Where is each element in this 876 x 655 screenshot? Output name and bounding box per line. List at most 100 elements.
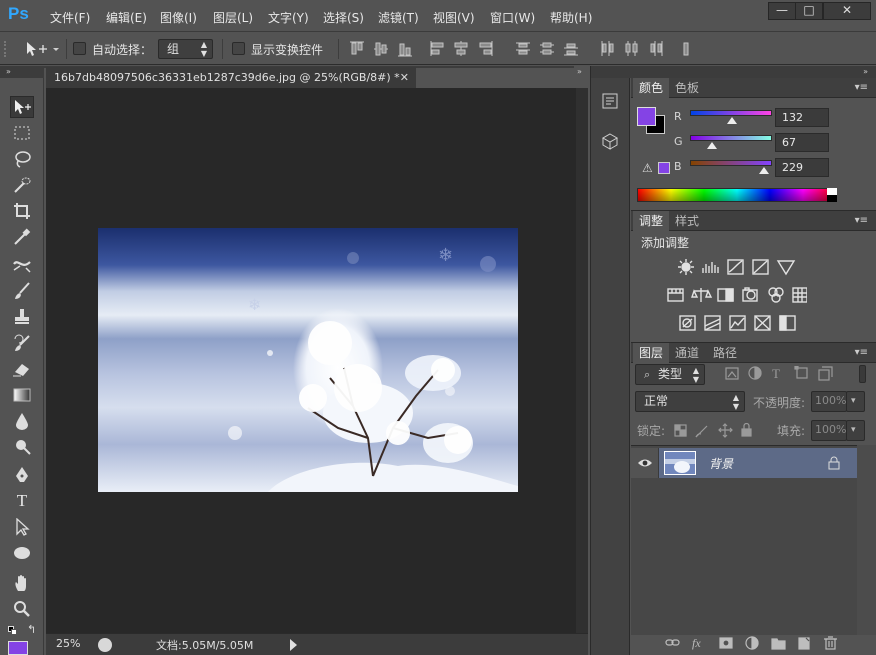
menu-filter[interactable]: 滤镜(T) <box>378 9 419 26</box>
channel-r-slider[interactable] <box>690 110 772 116</box>
show-transform-checkbox[interactable] <box>232 42 245 55</box>
filter-toggle-switch[interactable] <box>859 365 866 383</box>
layer-filter-dropdown[interactable]: ⌕ 类型 ▲ ▼ <box>635 364 705 385</box>
type-tool-icon[interactable]: T <box>10 490 34 512</box>
adjustments-panel-menu-icon[interactable]: ▾≡ <box>855 215 868 226</box>
marquee-tool-icon[interactable] <box>10 122 34 144</box>
healing-brush-tool-icon[interactable] <box>10 254 34 276</box>
canvas-area[interactable]: ❄ ❄ <box>46 88 576 633</box>
brush-tool-icon[interactable] <box>10 280 34 302</box>
lasso-tool-icon[interactable] <box>10 148 34 170</box>
blend-mode-value: 正常 <box>644 394 669 408</box>
channel-g-slider-thumb[interactable] <box>706 142 717 149</box>
menu-select[interactable]: 选择(S) <box>323 9 364 26</box>
layers-panel-menu-icon[interactable]: ▾≡ <box>855 347 868 358</box>
tab-swatches[interactable]: 色板 <box>669 78 705 98</box>
tab-paths[interactable]: 路径 <box>707 343 743 363</box>
move-tool-icon[interactable] <box>10 96 34 118</box>
tab-color[interactable]: 颜色 <box>633 78 670 98</box>
clone-stamp-tool-icon[interactable] <box>10 306 34 328</box>
menu-view[interactable]: 视图(V) <box>433 9 475 26</box>
channel-b-slider[interactable] <box>690 160 772 166</box>
document-tab[interactable]: 16b7db48097506c36331eb1287c39d6e.jpg @ 2… <box>46 67 416 88</box>
out-of-gamut-warning-icon[interactable]: ⚠ <box>642 161 653 175</box>
properties-3d-panel-icon[interactable] <box>601 132 619 150</box>
lock-all-icon <box>741 423 752 437</box>
vertical-scrollbar[interactable] <box>576 88 588 633</box>
eraser-tool-icon[interactable] <box>10 358 34 380</box>
menu-image[interactable]: 图像(I) <box>160 9 197 26</box>
collapse-toolbar-icon[interactable]: » <box>0 66 44 78</box>
layer-visibility-toggle[interactable] <box>631 448 659 478</box>
crop-tool-icon[interactable] <box>10 200 34 222</box>
menu-type[interactable]: 文字(Y) <box>268 9 309 26</box>
threshold-icon <box>729 315 746 331</box>
layer-list-scrollbar[interactable] <box>857 445 876 635</box>
blend-mode-dropdown[interactable]: 正常 ▲ ▼ <box>635 391 745 412</box>
dropdown-arrows-icon: ▲ ▼ <box>200 40 207 58</box>
menu-help[interactable]: 帮助(H) <box>550 9 592 26</box>
pen-tool-icon[interactable] <box>10 464 34 486</box>
tab-layers[interactable]: 图层 <box>633 343 670 363</box>
gradient-tool-icon[interactable] <box>10 384 34 406</box>
selective-color-icon <box>779 315 796 331</box>
filter-type-icon: T <box>772 366 780 381</box>
channel-g-slider[interactable] <box>690 135 772 141</box>
auto-select-checkbox[interactable] <box>73 42 86 55</box>
add-mask-icon <box>719 637 733 649</box>
menu-layer[interactable]: 图层(L) <box>213 9 253 26</box>
move-tool-preset-icon[interactable] <box>24 40 60 58</box>
foreground-color-swatch[interactable] <box>8 641 28 655</box>
gamut-color-swatch[interactable] <box>658 162 670 174</box>
link-layers-icon <box>665 639 680 646</box>
expand-docs-icon[interactable]: » <box>574 66 590 88</box>
channel-mixer-icon <box>768 287 784 303</box>
foreground-color-swatch[interactable] <box>637 107 656 126</box>
zoom-tool-icon[interactable] <box>10 598 34 620</box>
menu-edit[interactable]: 编辑(E) <box>106 9 147 26</box>
layer-name[interactable]: 背景 <box>709 455 733 472</box>
hand-tool-icon[interactable] <box>10 572 34 594</box>
eyedropper-tool-icon[interactable] <box>10 226 34 248</box>
tab-styles[interactable]: 样式 <box>669 211 705 231</box>
maximize-button[interactable]: □ <box>795 2 823 20</box>
channel-r-value[interactable]: 132 <box>775 108 829 127</box>
color-panel-menu-icon[interactable]: ▾≡ <box>855 82 868 93</box>
fill-dropdown-arrow-icon[interactable]: ▾ <box>846 420 865 441</box>
menu-file[interactable]: 文件(F) <box>50 9 90 26</box>
photo-filter-icon <box>742 287 758 302</box>
dodge-tool-icon[interactable] <box>10 436 34 458</box>
default-colors-icon[interactable] <box>8 626 18 636</box>
channel-b-value[interactable]: 229 <box>775 158 829 177</box>
posterize-icon <box>704 315 721 331</box>
history-panel-icon[interactable] <box>601 92 619 110</box>
blur-tool-icon[interactable] <box>10 410 34 432</box>
fill-input[interactable]: 100% <box>811 420 847 441</box>
filter-shape-icon <box>794 366 808 379</box>
path-selection-tool-icon[interactable] <box>10 516 34 538</box>
color-spectrum-ramp[interactable] <box>637 188 837 202</box>
status-menu-arrow-icon[interactable] <box>290 639 297 651</box>
close-button[interactable]: ✕ <box>823 2 871 20</box>
layer-row[interactable]: 背景 <box>631 448 857 478</box>
opacity-input[interactable]: 100% <box>811 391 847 412</box>
status-info-icon[interactable] <box>98 638 112 652</box>
zoom-level[interactable]: 25% <box>56 637 80 650</box>
tab-adjustments[interactable]: 调整 <box>633 211 670 231</box>
align-distribute-icons <box>350 41 689 57</box>
tab-channels[interactable]: 通道 <box>669 343 705 363</box>
channel-b-slider-thumb[interactable] <box>758 167 769 174</box>
swap-colors-icon[interactable]: ↰ <box>27 623 36 636</box>
channel-r-slider-thumb[interactable] <box>727 117 738 124</box>
menu-window[interactable]: 窗口(W) <box>490 9 535 26</box>
opacity-dropdown-arrow-icon[interactable]: ▾ <box>846 391 865 412</box>
quick-selection-tool-icon[interactable] <box>10 174 34 196</box>
ellipse-tool-icon[interactable] <box>10 542 34 564</box>
auto-select-dropdown[interactable]: 组 ▲ ▼ <box>158 39 213 59</box>
panel-collapse-icon[interactable]: » <box>631 66 876 78</box>
channel-g-value[interactable]: 67 <box>775 133 829 152</box>
close-document-icon[interactable]: ✕ <box>400 67 409 88</box>
bar-grip-icon <box>4 41 8 57</box>
history-brush-tool-icon[interactable] <box>10 332 34 354</box>
minimize-button[interactable]: — <box>768 2 796 20</box>
